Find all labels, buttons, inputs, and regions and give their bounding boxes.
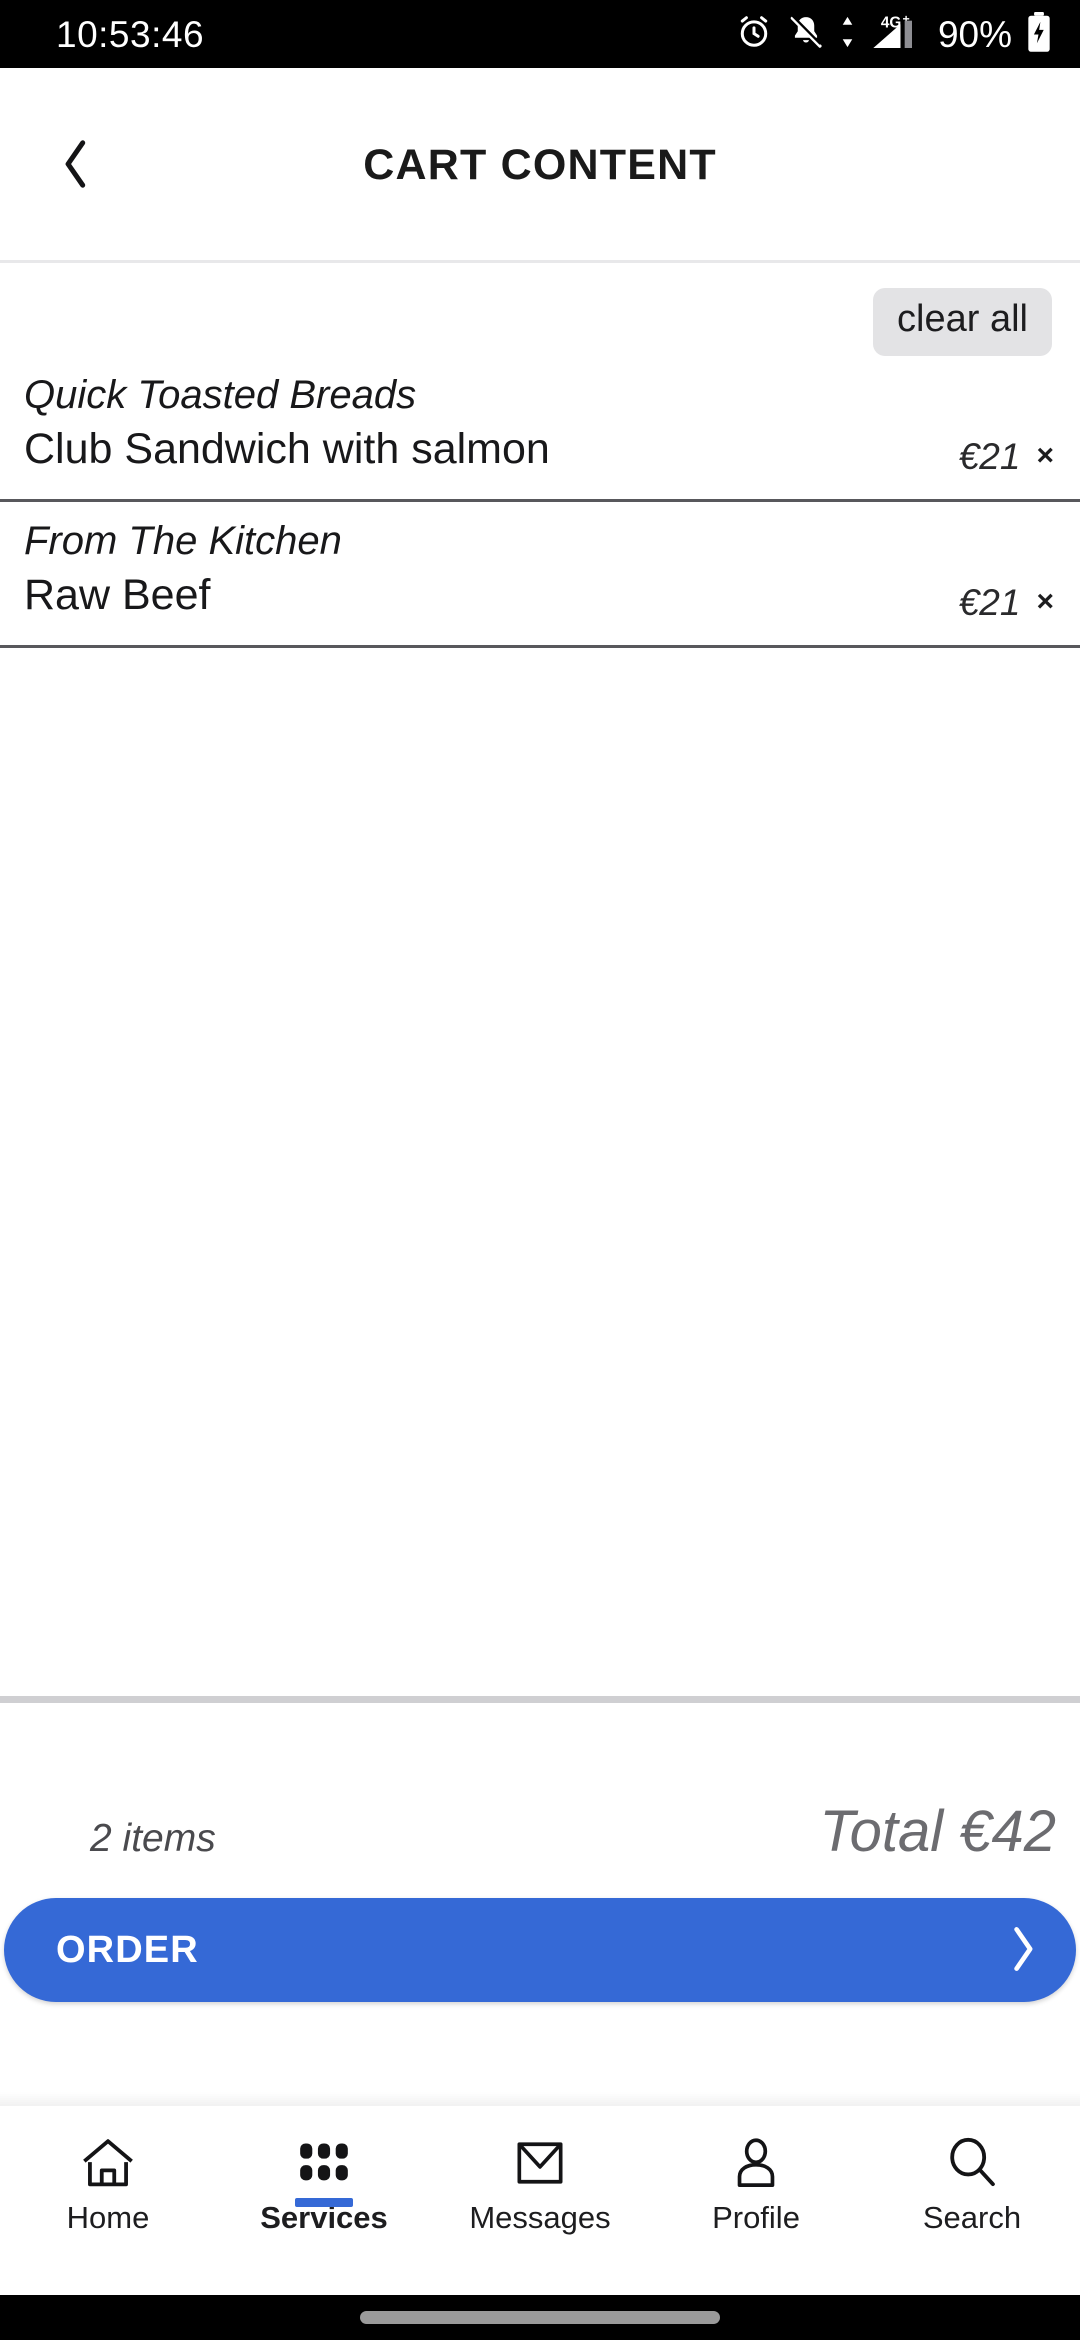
nav-item-search[interactable]: Search bbox=[864, 2106, 1080, 2233]
cart-item-price: €21 bbox=[958, 581, 1021, 623]
data-transfer-icon bbox=[839, 15, 856, 54]
nav-item-services[interactable]: Services bbox=[216, 2106, 432, 2233]
home-indicator[interactable] bbox=[360, 2311, 720, 2324]
clear-all-row: clear all bbox=[0, 263, 1080, 356]
chevron-right-icon bbox=[1008, 1924, 1038, 1977]
cart-item-row[interactable]: Quick Toasted Breads Club Sandwich with … bbox=[0, 356, 1080, 502]
cart-item-category: From The Kitchen bbox=[24, 518, 342, 563]
nav-label-messages: Messages bbox=[469, 2200, 611, 2235]
status-bar: 10:53:46 4G + 90% bbox=[0, 0, 1080, 68]
search-icon bbox=[945, 2134, 999, 2192]
remove-item-button[interactable]: × bbox=[1034, 587, 1056, 617]
cart-item-category: Quick Toasted Breads bbox=[24, 372, 417, 417]
battery-charging-icon bbox=[1026, 11, 1052, 58]
total-amount-label: Total €42 bbox=[819, 1799, 1056, 1864]
cart-item-price-group: €21 × bbox=[959, 584, 1056, 623]
totals-row: 2 items Total €42 bbox=[0, 1703, 1080, 1861]
cart-item-name: Club Sandwich with salmon bbox=[24, 425, 550, 474]
nav-item-profile[interactable]: Profile bbox=[648, 2106, 864, 2233]
cart-item-price: €21 bbox=[958, 435, 1021, 477]
app-screen: 10:53:46 4G + 90% CART CONTENT clear all… bbox=[0, 0, 1080, 2340]
grid-icon bbox=[298, 2134, 350, 2192]
nav-label-profile: Profile bbox=[712, 2200, 800, 2235]
nav-label-home: Home bbox=[66, 2200, 150, 2235]
page-title: CART CONTENT bbox=[363, 140, 717, 189]
cart-item-main: Raw Beef €21 × bbox=[0, 569, 1080, 645]
nav-label-search: Search bbox=[922, 2200, 1022, 2235]
alarm-clock-icon bbox=[735, 13, 773, 56]
bell-muted-icon bbox=[787, 13, 825, 56]
person-icon bbox=[730, 2134, 782, 2192]
order-button-label: ORDER bbox=[56, 1929, 199, 1971]
nav-item-messages[interactable]: Messages bbox=[432, 2106, 648, 2233]
items-count-label: 2 items bbox=[90, 1817, 216, 1860]
cart-item-main: Club Sandwich with salmon €21 × bbox=[0, 423, 1080, 499]
bottom-nav-shadow bbox=[0, 2092, 1080, 2106]
clear-all-button[interactable]: clear all bbox=[873, 288, 1052, 356]
status-clock: 10:53:46 bbox=[56, 13, 205, 55]
nav-item-home[interactable]: Home bbox=[0, 2106, 216, 2233]
cart-item-price-group: €21 × bbox=[959, 438, 1056, 477]
content-bottom-divider bbox=[0, 1696, 1080, 1703]
status-icon-group: 4G + 90% bbox=[735, 11, 1052, 58]
battery-percent-label: 90% bbox=[937, 13, 1012, 55]
signal-4gplus-icon: 4G + bbox=[870, 12, 920, 57]
nav-active-indicator bbox=[295, 2198, 353, 2207]
home-icon bbox=[79, 2134, 137, 2192]
envelope-icon bbox=[512, 2134, 568, 2192]
cart-item-name: Raw Beef bbox=[24, 571, 211, 620]
remove-item-button[interactable]: × bbox=[1034, 441, 1056, 471]
back-button[interactable] bbox=[34, 124, 116, 206]
order-button[interactable]: ORDER bbox=[4, 1898, 1076, 2002]
system-navigation-bar bbox=[0, 2295, 1080, 2340]
bottom-navigation: Home Services Messages Profile Search bbox=[0, 2106, 1080, 2295]
cart-item-row[interactable]: From The Kitchen Raw Beef €21 × bbox=[0, 502, 1080, 648]
app-header: CART CONTENT bbox=[0, 68, 1080, 262]
cart-summary: 2 items Total €42 ORDER bbox=[0, 1703, 1080, 2108]
cart-list-area: clear all Quick Toasted Breads Club Sand… bbox=[0, 263, 1080, 1699]
chevron-left-icon bbox=[58, 137, 92, 194]
